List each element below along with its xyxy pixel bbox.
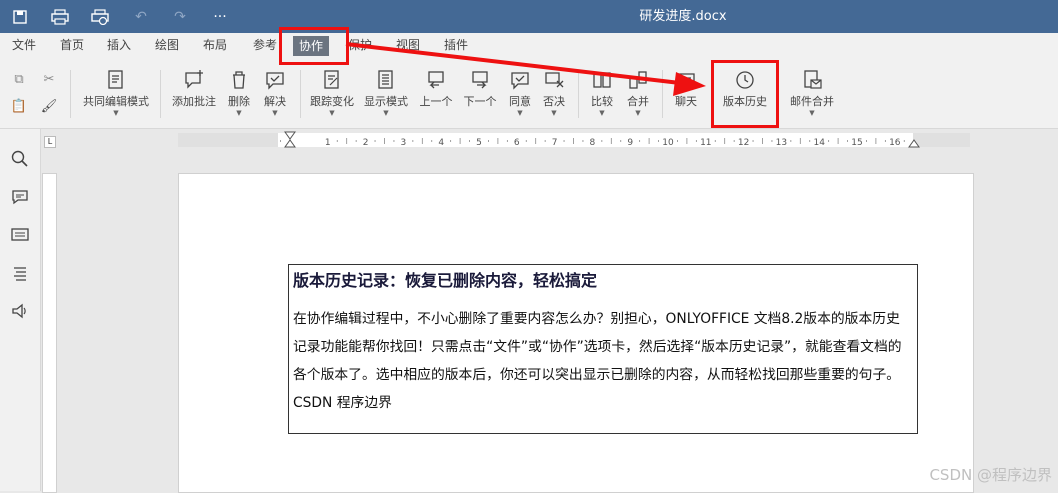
right-indent-marker-icon[interactable] xyxy=(908,139,920,148)
delete-comment-button[interactable]: 删除 ▼ xyxy=(224,69,254,117)
mail-merge-icon xyxy=(804,70,822,89)
tab-home[interactable]: 首页 xyxy=(60,33,84,58)
resolve-icon xyxy=(266,72,284,90)
accept-icon xyxy=(511,72,529,90)
ruler-label: 7 xyxy=(552,138,558,148)
previous-change-button[interactable]: 上一个 xyxy=(418,69,454,109)
track-changes-icon xyxy=(324,70,339,89)
compare-icon xyxy=(593,72,611,88)
vertical-ruler[interactable] xyxy=(42,173,57,493)
previous-icon xyxy=(428,71,444,89)
display-mode-button[interactable]: 显示模式 ▼ xyxy=(362,69,410,117)
reject-change-button[interactable]: 否决 ▼ xyxy=(540,69,568,117)
chat-panel-icon[interactable] xyxy=(10,225,30,245)
ruler-label: 14 xyxy=(813,138,825,148)
track-changes-button[interactable]: 跟踪变化 ▼ xyxy=(308,69,356,117)
mail-merge-button[interactable]: 邮件合并 ▼ xyxy=(786,69,838,117)
add-comment-icon xyxy=(185,70,203,89)
ruler-label: 9 xyxy=(627,138,633,148)
format-painter-icon[interactable]: 🖌 xyxy=(40,98,58,116)
left-side-panel xyxy=(0,129,41,491)
ruler-label: 15 xyxy=(851,138,862,148)
resolve-comment-button[interactable]: 解决 ▼ xyxy=(260,69,290,117)
ruler-label: 8 xyxy=(590,138,596,148)
ruler-label: 16 xyxy=(889,138,901,148)
indent-marker-icon[interactable] xyxy=(284,131,296,149)
next-change-button[interactable]: 下一个 xyxy=(462,69,498,109)
co-edit-icon xyxy=(108,70,123,89)
ruler-label: 10 xyxy=(662,138,674,148)
tab-references[interactable]: 参考 xyxy=(253,33,277,58)
annotation-box-collaboration-tab xyxy=(279,27,349,65)
document-title: 研发进度.docx xyxy=(639,9,727,24)
ruler-label: 13 xyxy=(776,138,787,148)
ruler-tab-selector[interactable]: L xyxy=(44,136,56,148)
annotation-box-version-history xyxy=(711,60,779,128)
speaker-icon[interactable] xyxy=(10,301,30,321)
trash-icon xyxy=(233,71,245,89)
navigation-icon[interactable] xyxy=(10,263,30,283)
paste-icon[interactable]: 📋 xyxy=(10,98,28,116)
ribbon-toolbar: ⧉ ✂ 📋 🖌 共同编辑模式 ▼ 添加批注 删除 ▼ 解决 ▼ 跟踪变化 ▼ 显示模式 ▼… xyxy=(0,58,1058,129)
search-icon[interactable] xyxy=(10,149,30,169)
ruler-label: 4 xyxy=(438,138,444,148)
ruler-label: 1 xyxy=(325,138,331,148)
cut-icon[interactable]: ✂ xyxy=(40,71,58,89)
watermark-text: CSDN @程序边界 xyxy=(929,466,1052,484)
ruler-label: 12 xyxy=(738,138,749,148)
tab-file[interactable]: 文件 xyxy=(12,33,36,58)
tab-draw[interactable]: 绘图 xyxy=(155,33,179,58)
ruler-label: 2 xyxy=(363,138,369,148)
combine-button[interactable]: 合并 ▼ xyxy=(624,69,652,117)
chat-button[interactable]: 聊天 xyxy=(672,69,700,109)
ruler-label: 5 xyxy=(476,138,482,148)
horizontal-ruler-text-area: 211234567891011121314151617 xyxy=(212,133,962,148)
tab-layout[interactable]: 布局 xyxy=(203,33,227,58)
reject-icon xyxy=(545,72,564,88)
title-bar: ↶ ↷ ··· 研发进度.docx xyxy=(0,0,1058,33)
ruler-label: 3 xyxy=(401,138,407,148)
combine-icon xyxy=(629,71,647,89)
menu-tab-bar: 文件 首页 插入 绘图 布局 参考 协作 保护 视图 插件 xyxy=(0,33,1058,58)
text-box[interactable]: 版本历史记录：恢复已删除内容，轻松搞定 在协作编辑过程中，不小心删除了重要内容怎… xyxy=(288,264,918,434)
ruler-label: 6 xyxy=(514,138,520,148)
tab-view[interactable]: 视图 xyxy=(396,33,420,58)
comments-icon[interactable] xyxy=(10,187,30,207)
co-edit-mode-button[interactable]: 共同编辑模式 ▼ xyxy=(80,69,152,117)
document-heading[interactable]: 版本历史记录：恢复已删除内容，轻松搞定 xyxy=(293,267,597,291)
ruler-label: 11 xyxy=(700,138,711,148)
tab-protect[interactable]: 保护 xyxy=(348,33,372,58)
accept-change-button[interactable]: 同意 ▼ xyxy=(506,69,534,117)
tab-insert[interactable]: 插入 xyxy=(107,33,131,58)
add-comment-button[interactable]: 添加批注 xyxy=(170,69,218,109)
tab-plugins[interactable]: 插件 xyxy=(444,33,468,58)
chat-icon xyxy=(677,73,695,85)
copy-icon[interactable]: ⧉ xyxy=(10,71,28,89)
document-body-paragraph[interactable]: 在协作编辑过程中，不小心删除了重要内容怎么办？别担心，ONLYOFFICE 文档… xyxy=(293,305,911,417)
compare-button[interactable]: 比较 ▼ xyxy=(588,69,616,117)
next-icon xyxy=(472,71,488,89)
ruler-ticks: 211234567891011121314151617 xyxy=(212,138,962,148)
display-mode-icon xyxy=(378,70,393,89)
